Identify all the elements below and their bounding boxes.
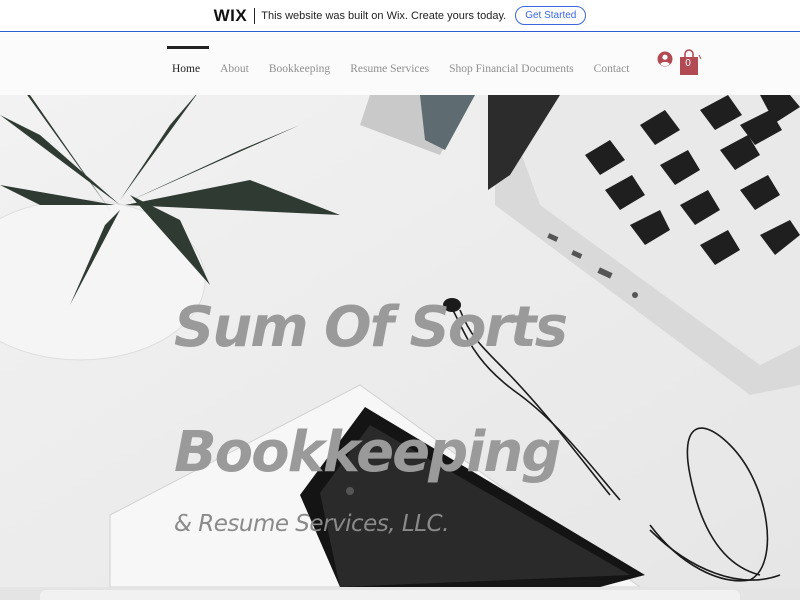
nav-item-about[interactable]: About (210, 33, 259, 95)
site-header: Home About Bookkeeping Resume Services S… (0, 33, 800, 95)
nav-item-resume-services[interactable]: Resume Services (340, 33, 439, 95)
wix-banner-message: This website was built on Wix. Create yo… (261, 9, 507, 22)
hero-subtitle: & Resume Services, LLC. (174, 511, 449, 537)
hero-title-line1: Sum Of Sorts (174, 295, 568, 360)
hero-title-line2: Bookkeeping (174, 420, 561, 485)
hero-section: Sum Of Sorts Bookkeeping & Resume Servic… (0, 95, 800, 587)
main-nav: Home About Bookkeeping Resume Services S… (162, 33, 639, 95)
next-section-peek (0, 587, 800, 600)
nav-item-home[interactable]: Home (162, 33, 210, 95)
user-account-icon[interactable] (657, 51, 673, 67)
wix-promo-banner: WIX This website was built on Wix. Creat… (0, 0, 800, 32)
nav-item-bookkeeping[interactable]: Bookkeeping (259, 33, 340, 95)
cart-count-badge: 0 (685, 58, 691, 69)
nav-item-shop-financial-documents[interactable]: Shop Financial Documents (439, 33, 584, 95)
wix-logo[interactable]: WIX (214, 7, 256, 24)
nav-item-contact[interactable]: Contact (584, 33, 640, 95)
get-started-button[interactable]: Get Started (515, 6, 587, 25)
